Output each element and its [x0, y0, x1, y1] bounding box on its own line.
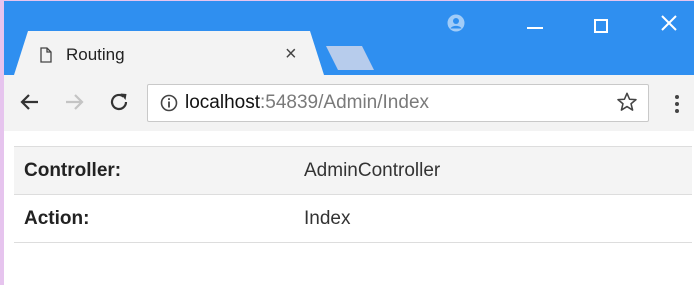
close-icon[interactable] — [660, 14, 678, 32]
table-row: Controller: AdminController — [14, 146, 692, 195]
row-value: Index — [294, 194, 692, 243]
route-info-table: Controller: AdminController Action: Inde… — [14, 146, 692, 243]
tab-routing[interactable] — [14, 31, 324, 75]
tab-title: Routing — [66, 45, 125, 64]
star-icon[interactable] — [616, 91, 638, 113]
forward-arrow-icon[interactable] — [62, 90, 86, 114]
back-arrow-icon[interactable] — [18, 90, 42, 114]
info-icon[interactable] — [160, 94, 178, 112]
reload-icon[interactable] — [107, 90, 131, 114]
url-host: localhost — [185, 92, 260, 113]
maximize-icon[interactable] — [594, 19, 608, 33]
kebab-menu-icon[interactable] — [674, 94, 680, 114]
row-label: Action: — [14, 194, 294, 243]
page-icon — [40, 47, 52, 63]
tab-close-icon[interactable]: × — [285, 43, 297, 65]
profile-icon[interactable] — [447, 14, 465, 32]
row-value: AdminController — [294, 146, 692, 195]
url-path: :54839/Admin/Index — [260, 92, 430, 113]
table-row: Action: Index — [14, 194, 692, 243]
row-label: Controller: — [14, 146, 294, 195]
url-text[interactable]: localhost:54839/Admin/Index — [185, 92, 429, 114]
minimize-icon[interactable] — [527, 27, 543, 29]
